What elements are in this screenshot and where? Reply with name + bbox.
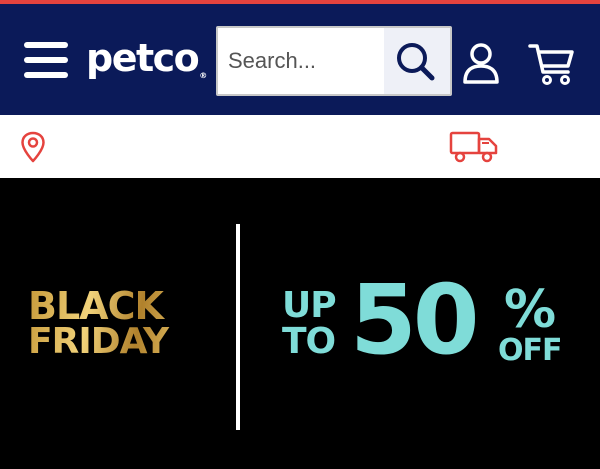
delivery-truck-icon	[449, 131, 498, 163]
delivery-button[interactable]	[449, 129, 499, 165]
hamburger-menu-icon[interactable]	[24, 40, 70, 80]
banner-divider	[236, 224, 240, 430]
to-text: TO	[282, 321, 336, 362]
discount-amount: 50	[350, 264, 480, 376]
off-text: OFF	[498, 333, 562, 368]
map-pin-icon	[21, 131, 45, 163]
black-text: BLACK	[28, 284, 163, 328]
site-header: petco®	[0, 4, 600, 115]
black-friday-title: BLACK FRIDAY	[28, 288, 228, 360]
search-icon	[397, 43, 435, 81]
search-input[interactable]	[218, 28, 384, 94]
petco-logo[interactable]: petco®	[86, 34, 207, 82]
up-text: UP	[282, 285, 337, 326]
percent-sign: %	[504, 280, 557, 340]
black-friday-banner[interactable]: BLACK FRIDAY UP TO 50 % OFF	[0, 178, 600, 469]
account-button[interactable]	[462, 42, 500, 86]
logo-text: petco	[86, 36, 200, 80]
user-icon	[463, 43, 499, 84]
registered-mark: ®	[199, 71, 208, 80]
cart-button[interactable]	[528, 42, 576, 86]
search-button[interactable]	[384, 28, 450, 94]
friday-text: FRIDAY	[28, 321, 169, 362]
store-location-button[interactable]	[20, 131, 46, 163]
search-box	[216, 26, 452, 96]
store-delivery-bar	[0, 115, 600, 178]
shopping-cart-icon	[528, 44, 574, 85]
